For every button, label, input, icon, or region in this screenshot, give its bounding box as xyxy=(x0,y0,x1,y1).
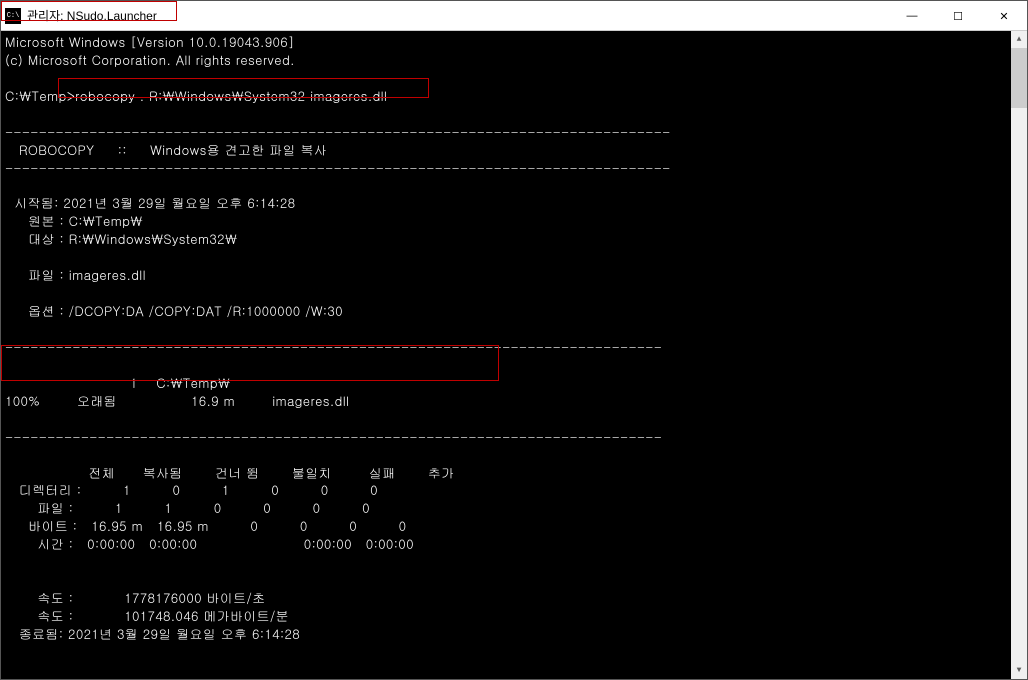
prompt-line: C:\Temp> xyxy=(5,678,75,679)
output-line: 옵션 : /DCOPY:DA /COPY:DAT /R:1000000 /W:3… xyxy=(5,301,343,320)
output-line: 1 C:\Temp\ xyxy=(5,373,230,392)
output-line: 바이트 : 16.95 m 16.95 m 0 0 0 0 xyxy=(5,516,406,535)
output-line: ROBOCOPY :: Windows용 견고한 파일 복사 xyxy=(5,140,327,159)
output-line: 전체 복사됨 건너 뜀 불일치 실패 추가 xyxy=(5,463,454,482)
output-line: 대상 : R:\Windows\System32\ xyxy=(5,229,237,248)
titlebar[interactable]: 관리자: NSudo.Launcher — ☐ ✕ xyxy=(1,1,1027,31)
output-line: ----------------------------------------… xyxy=(5,427,662,446)
output-line: 시간 : 0:00:00 0:00:00 0:00:00 0:00:00 xyxy=(5,534,414,553)
output-line: 시작됨: 2021년 3월 29일 월요일 오후 6:14:28 xyxy=(5,193,295,212)
close-button[interactable]: ✕ xyxy=(981,1,1027,31)
output-line: 속도 : 1778176000 바이트/초 xyxy=(5,588,265,607)
output-line: 속도 : 101748.046 메가바이트/분 xyxy=(5,606,289,625)
window-title: 관리자: NSudo.Launcher xyxy=(27,7,157,24)
output-line: ----------------------------------------… xyxy=(5,158,671,177)
scroll-down-button[interactable]: ▼ xyxy=(1011,662,1027,679)
output-line: 디렉터리 : 1 0 1 0 0 0 xyxy=(5,480,378,499)
command-line: C:\Temp>robocopy . R:\Windows\System32 i… xyxy=(5,86,387,105)
scroll-up-button[interactable]: ▲ xyxy=(1011,31,1027,48)
output-line: Microsoft Windows [Version 10.0.19043.90… xyxy=(5,32,295,51)
window: 관리자: NSudo.Launcher — ☐ ✕ Microsoft Wind… xyxy=(0,0,1028,680)
output-line: ----------------------------------------… xyxy=(5,122,671,141)
output-line: 파일 : 1 1 0 0 0 0 xyxy=(5,498,370,517)
scrollbar-thumb[interactable] xyxy=(1011,48,1027,108)
output-line: (c) Microsoft Corporation. All rights re… xyxy=(5,50,295,69)
app-icon xyxy=(5,8,21,24)
progress-line: 100% 오래됨 16.9 m imageres.dll xyxy=(5,391,349,410)
scrollbar[interactable]: ▲ ▼ xyxy=(1011,31,1027,679)
minimize-button[interactable]: — xyxy=(889,1,935,31)
output-line: 파일 : imageres.dll xyxy=(5,265,146,284)
terminal-output[interactable]: Microsoft Windows [Version 10.0.19043.90… xyxy=(1,31,1027,679)
output-line: 종료됨: 2021년 3월 29일 월요일 오후 6:14:28 xyxy=(5,624,300,643)
output-line: 원본 : C:\Temp\ xyxy=(5,211,143,230)
window-controls: — ☐ ✕ xyxy=(889,1,1027,31)
output-line: ----------------------------------------… xyxy=(5,337,662,356)
maximize-button[interactable]: ☐ xyxy=(935,1,981,31)
